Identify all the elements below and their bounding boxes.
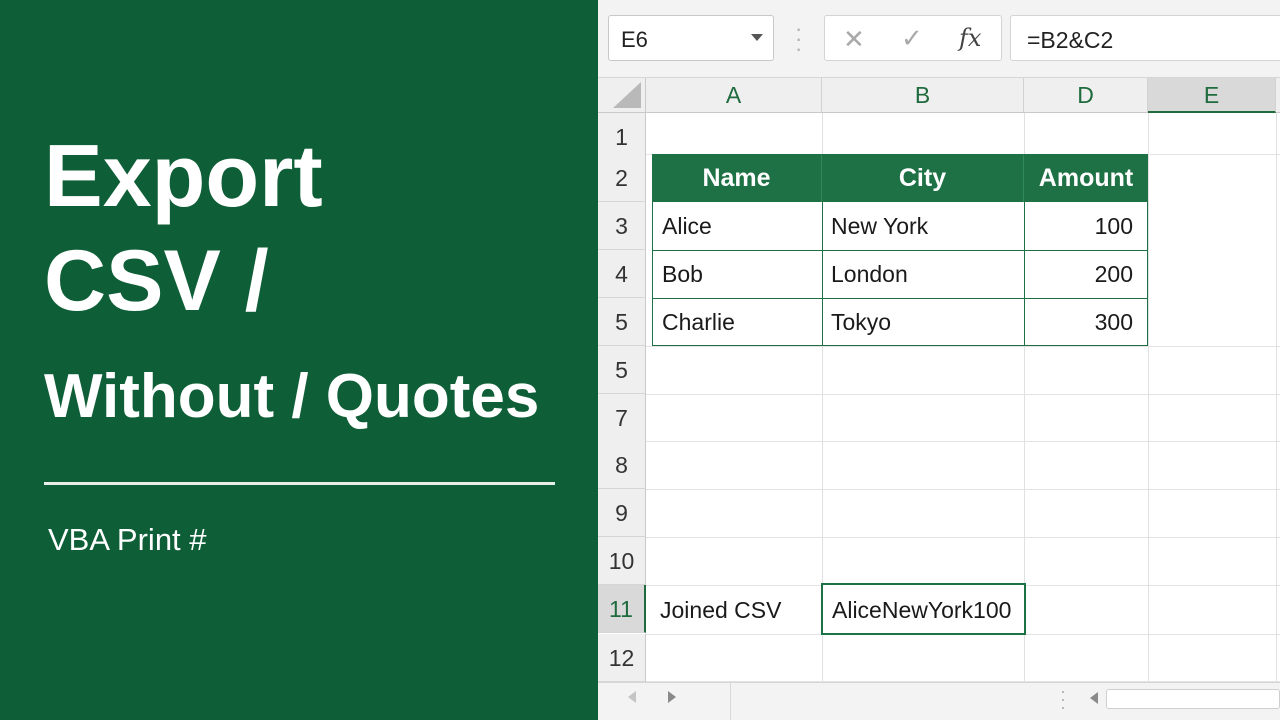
tab-split-handle[interactable]: · · · — [1060, 682, 1066, 716]
table-cell[interactable]: 300 — [1028, 298, 1133, 346]
title-line-2: CSV / — [44, 233, 269, 329]
formula-actions: ✕ ✓ fx — [824, 15, 1002, 61]
scroll-left-icon[interactable] — [1090, 692, 1098, 704]
formula-bar-resize-handle[interactable]: · · · — [795, 18, 802, 60]
joined-csv-label[interactable]: Joined CSV — [660, 586, 781, 634]
formula-input[interactable]: =B2&C2 — [1010, 15, 1280, 61]
triangle-left-icon[interactable] — [628, 691, 636, 703]
banner-divider — [44, 482, 555, 485]
gridline — [646, 489, 1280, 490]
title-line-1: Export — [44, 126, 323, 225]
name-box[interactable]: E6 — [608, 15, 774, 61]
table-cell[interactable]: Alice — [662, 202, 817, 250]
check-icon[interactable]: ✓ — [901, 23, 923, 54]
banner-title: Export CSV / Without / Quotes — [44, 132, 584, 436]
gridline — [1148, 113, 1149, 682]
row-header-12[interactable]: 12 — [598, 634, 646, 682]
table-cell[interactable]: Tokyo — [831, 298, 1019, 346]
formula-bar: E6 · · · ✕ ✓ fx =B2&C2 — [598, 0, 1280, 78]
selected-cell[interactable]: AliceNewYork100 — [821, 583, 1026, 635]
table-cell[interactable]: 100 — [1028, 202, 1133, 250]
name-box-value: E6 — [621, 27, 648, 52]
gridline — [646, 441, 1280, 442]
gridline — [646, 346, 1280, 347]
chevron-down-icon[interactable] — [751, 34, 763, 41]
table-cell[interactable]: London — [831, 250, 1019, 298]
table-header-amount[interactable]: Amount — [1024, 154, 1148, 202]
title-line-3: Without / Quotes — [44, 362, 540, 431]
table-cell[interactable]: Charlie — [662, 298, 817, 346]
gridline — [646, 537, 1280, 538]
row-header-11[interactable]: 11 — [598, 585, 646, 633]
select-all-corner[interactable] — [598, 78, 646, 113]
column-header-b[interactable]: B — [822, 78, 1024, 113]
row-header-6[interactable]: 5 — [598, 346, 646, 394]
row-header-3[interactable]: 3 — [598, 202, 646, 250]
column-header-a[interactable]: A — [646, 78, 822, 113]
joined-csv-value: AliceNewYork100 — [832, 597, 1012, 623]
gridline — [646, 394, 1280, 395]
horizontal-scrollbar[interactable] — [1106, 689, 1280, 709]
cancel-icon[interactable]: ✕ — [843, 24, 865, 55]
table-cell[interactable]: Bob — [662, 250, 817, 298]
row-header-9[interactable]: 9 — [598, 489, 646, 537]
formula-text: =B2&C2 — [1027, 27, 1114, 53]
column-header-next[interactable] — [1276, 78, 1280, 113]
table-rule — [822, 202, 823, 346]
table-header-name[interactable]: Name — [652, 154, 822, 202]
sheet-tab-bar: · · · — [598, 682, 1280, 720]
table-rule — [1024, 202, 1025, 346]
title-banner: Export CSV / Without / Quotes VBA Print … — [0, 0, 598, 720]
row-header-10[interactable]: 10 — [598, 537, 646, 585]
table-cell[interactable]: 200 — [1028, 250, 1133, 298]
row-header-5[interactable]: 5 — [598, 298, 646, 346]
gridline — [1276, 113, 1277, 682]
banner-subtitle: VBA Print # — [48, 522, 207, 557]
insert-function-icon[interactable]: fx — [959, 24, 981, 52]
table-header-city[interactable]: City — [822, 154, 1024, 202]
column-header-d[interactable]: D — [1024, 78, 1148, 113]
row-header-7[interactable]: 7 — [598, 394, 646, 442]
column-header-e[interactable]: E — [1148, 78, 1276, 113]
divider — [730, 683, 731, 720]
row-header-2[interactable]: 2 — [598, 154, 646, 202]
row-header-4[interactable]: 4 — [598, 250, 646, 298]
triangle-right-icon[interactable] — [668, 691, 676, 703]
spreadsheet-grid[interactable]: A B D E 1 2 3 4 5 5 7 8 9 10 11 12 Name … — [598, 78, 1280, 682]
select-all-icon[interactable] — [613, 82, 641, 108]
row-header-8[interactable]: 8 — [598, 441, 646, 489]
table-cell[interactable]: New York — [831, 202, 1019, 250]
